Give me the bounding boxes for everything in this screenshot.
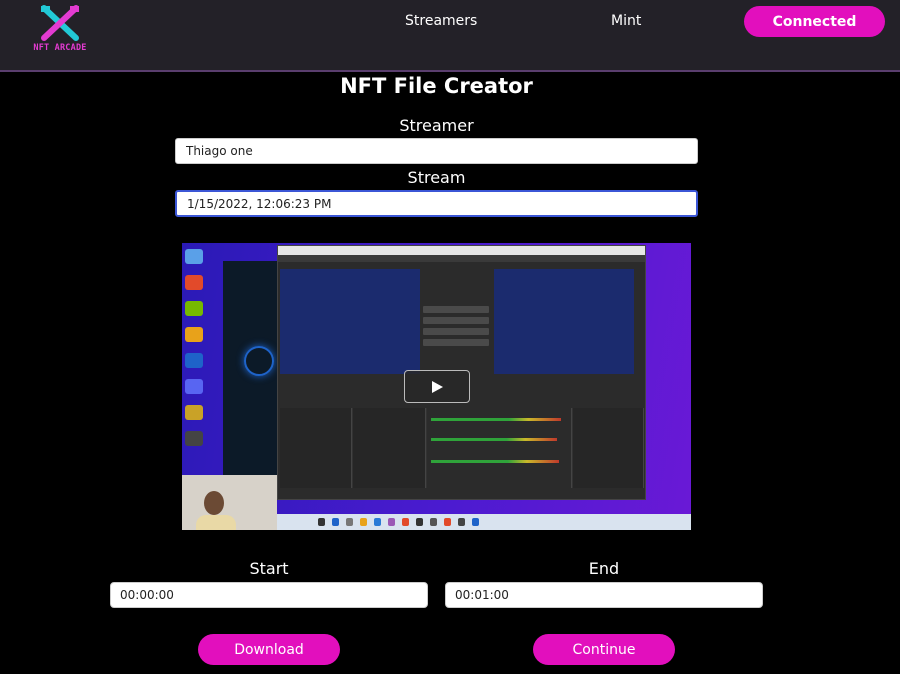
logo-wordmark: NFT ARCADE xyxy=(33,43,87,53)
download-button[interactable]: Download xyxy=(198,634,340,665)
start-time-input[interactable] xyxy=(110,582,428,608)
nav-link-mint[interactable]: Mint xyxy=(611,13,641,29)
page-title: NFT File Creator xyxy=(340,74,533,98)
stream-label: Stream xyxy=(407,168,466,187)
stream-select[interactable] xyxy=(175,190,698,217)
start-label: Start xyxy=(249,559,289,578)
streamer-input[interactable] xyxy=(175,138,698,164)
top-navbar: NFT ARCADE Streamers Mint Connected xyxy=(0,0,900,72)
nft-arcade-logo[interactable]: NFT ARCADE xyxy=(22,4,98,62)
streamer-label: Streamer xyxy=(399,116,474,135)
nav-link-streamers[interactable]: Streamers xyxy=(405,13,477,29)
desktop-icons xyxy=(185,249,207,457)
end-label: End xyxy=(588,559,620,578)
video-player[interactable] xyxy=(182,243,691,530)
end-time-input[interactable] xyxy=(445,582,763,608)
play-icon xyxy=(432,380,443,393)
crossed-swords-icon xyxy=(41,5,79,41)
webcam-overlay xyxy=(182,475,277,530)
continue-button[interactable]: Continue xyxy=(533,634,675,665)
video-play-button[interactable] xyxy=(404,370,470,403)
connected-wallet-button[interactable]: Connected xyxy=(744,6,885,37)
